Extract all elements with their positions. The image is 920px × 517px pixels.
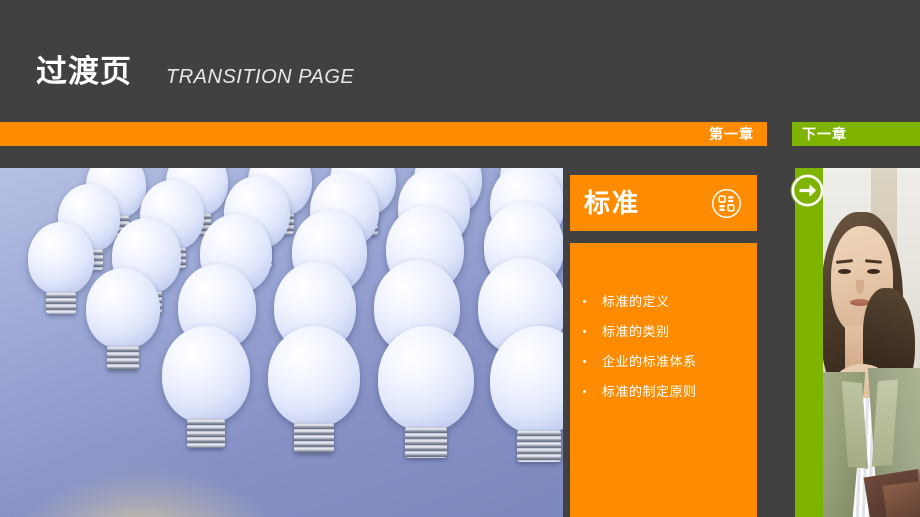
app-grid-icon <box>711 188 742 219</box>
bulb <box>162 326 250 449</box>
person-eye-right <box>867 269 880 274</box>
section-title-box: 标准 <box>570 175 757 231</box>
page-subtitle: TRANSITION PAGE <box>166 66 355 88</box>
arrow-right-circle-icon[interactable] <box>789 172 826 209</box>
bulb <box>86 268 160 371</box>
next-chapter-label: 下一章 <box>802 126 847 142</box>
bullet-dot-icon <box>583 390 586 393</box>
page-title: 过渡页 <box>36 54 132 89</box>
person-folder-second <box>882 480 920 517</box>
slide-header: 过渡页 TRANSITION PAGE <box>0 0 920 122</box>
list-item-label: 标准的制定原则 <box>602 384 697 399</box>
next-chapter-bar[interactable]: 下一章 <box>792 122 920 146</box>
list-item[interactable]: 标准的类别 <box>570 317 757 347</box>
next-chapter-strip <box>795 168 823 517</box>
list-item-label: 标准的定义 <box>602 294 670 309</box>
chapter-bar: 第一章 <box>0 122 767 146</box>
light-bulbs-photo <box>0 168 563 517</box>
bullet-dot-icon <box>583 360 586 363</box>
list-item[interactable]: 企业的标准体系 <box>570 347 757 377</box>
section-title: 标准 <box>584 188 641 218</box>
bulb <box>28 222 94 314</box>
chapter-label: 第一章 <box>709 126 754 142</box>
bullet-dot-icon <box>583 330 586 333</box>
person-eye-left <box>838 269 851 274</box>
person-nose <box>856 280 864 294</box>
bullet-list: 标准的定义 标准的类别 企业的标准体系 标准的制定原则 <box>570 287 757 407</box>
bullet-dot-icon <box>583 300 586 303</box>
list-item[interactable]: 标准的定义 <box>570 287 757 317</box>
section-bullets-box: 标准的定义 标准的类别 企业的标准体系 标准的制定原则 <box>570 243 757 517</box>
list-item-label: 标准的类别 <box>602 324 670 339</box>
list-item[interactable]: 标准的制定原则 <box>570 377 757 407</box>
bulb <box>378 326 474 459</box>
businesswoman-photo <box>823 168 920 517</box>
list-item-label: 企业的标准体系 <box>602 354 697 369</box>
bulb <box>268 326 360 454</box>
